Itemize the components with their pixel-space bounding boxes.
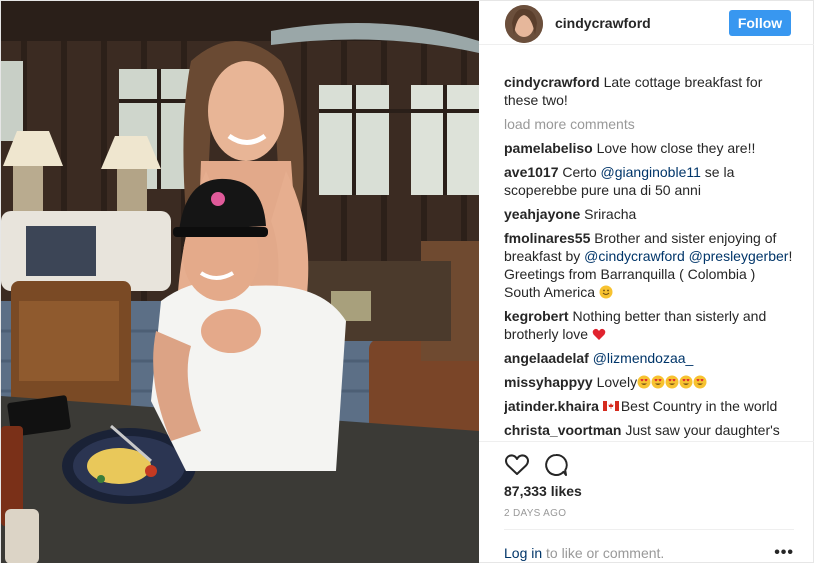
instagram-post: cindycrawford Follow cindycrawford Late … [0,0,814,563]
list-item: yeahjayone Sriracha [504,205,794,223]
load-more-comments-link[interactable]: load more comments [504,115,794,133]
comment-text: Just saw your daughter's [625,422,780,438]
photo-illustration [1,1,479,563]
post-photo[interactable] [1,1,479,563]
red-heart-emoji-icon [592,328,606,340]
heart-icon[interactable] [504,452,530,478]
avatar[interactable] [505,5,543,43]
post-actions [479,441,814,481]
list-item: pamelabeliso Love how close they are!! [504,139,794,157]
post-header: cindycrawford Follow [479,1,814,45]
login-link[interactable]: Log in [504,545,542,561]
ellipsis-icon[interactable]: ••• [774,545,794,561]
list-item: angelaadelaf @lizmendozaa_ [504,349,794,367]
like-count[interactable]: 87,333 likes [504,483,582,499]
comment-username[interactable]: fmolinares55 [504,230,590,246]
comment-username[interactable]: missyhappyy [504,374,593,390]
login-prompt-text: Log in to like or comment. [504,545,664,561]
heart-eyes-emoji-icons [637,374,707,390]
comment-text: Best Country in the world [620,398,778,414]
comment-mention[interactable]: @cindycrawford [584,248,685,264]
heart-eyes-emoji-icon [637,375,651,389]
comment-username[interactable]: christa_voortman [504,422,621,438]
comment-username[interactable]: angelaadelaf [504,350,589,366]
comment-mention[interactable]: @gianginoble11 [601,164,701,180]
comment-text: Certo [562,164,601,180]
post-timestamp: 2 DAYS AGO [504,508,567,519]
comment-text: Love how close they are!! [596,140,756,156]
heart-eyes-emoji-icon [679,375,693,389]
speech-bubble-icon[interactable] [543,452,569,478]
comment-mention[interactable]: @lizmendozaa_ [593,350,694,366]
comment-mention[interactable]: @presleygerber [689,248,789,264]
caption-username[interactable]: cindycrawford [504,74,600,90]
comment-text: Sriracha [584,206,637,222]
login-rest-text: to like or comment. [542,545,665,561]
list-item: missyhappyy Lovely [504,373,794,391]
heart-eyes-emoji-icon [651,375,665,389]
heart-eyes-emoji-icon [693,375,707,389]
comment-username[interactable]: jatinder.khaira [504,398,599,414]
login-prompt: Log in to like or comment. ••• [504,529,794,563]
canada-flag-icon [602,401,619,411]
comment-username[interactable]: pamelabeliso [504,140,593,156]
avatar-image [505,5,543,43]
list-item: christa_voortman Just saw your daughter'… [504,421,794,439]
follow-button[interactable]: Follow [729,10,791,36]
comment-username[interactable]: kegrobert [504,308,569,324]
heart-eyes-emoji-icon [665,375,679,389]
header-username[interactable]: cindycrawford [555,15,651,31]
post-sidebar: cindycrawford Follow cindycrawford Late … [479,1,814,563]
comment-username[interactable]: ave1017 [504,164,559,180]
list-item: fmolinares55 Brother and sister enjoying… [504,229,794,301]
smiley-emoji-icon [599,285,613,299]
caption: cindycrawford Late cottage breakfast for… [504,73,794,109]
comment-username[interactable]: yeahjayone [504,206,580,222]
list-item: jatinder.khaira Best Country in the worl… [504,397,794,415]
comments-list: cindycrawford Late cottage breakfast for… [504,73,794,441]
comment-text: Lovely [596,374,638,390]
list-item: kegrobert Nothing better than sisterly a… [504,307,794,343]
list-item: ave1017 Certo @gianginoble11 se la scope… [504,163,794,199]
